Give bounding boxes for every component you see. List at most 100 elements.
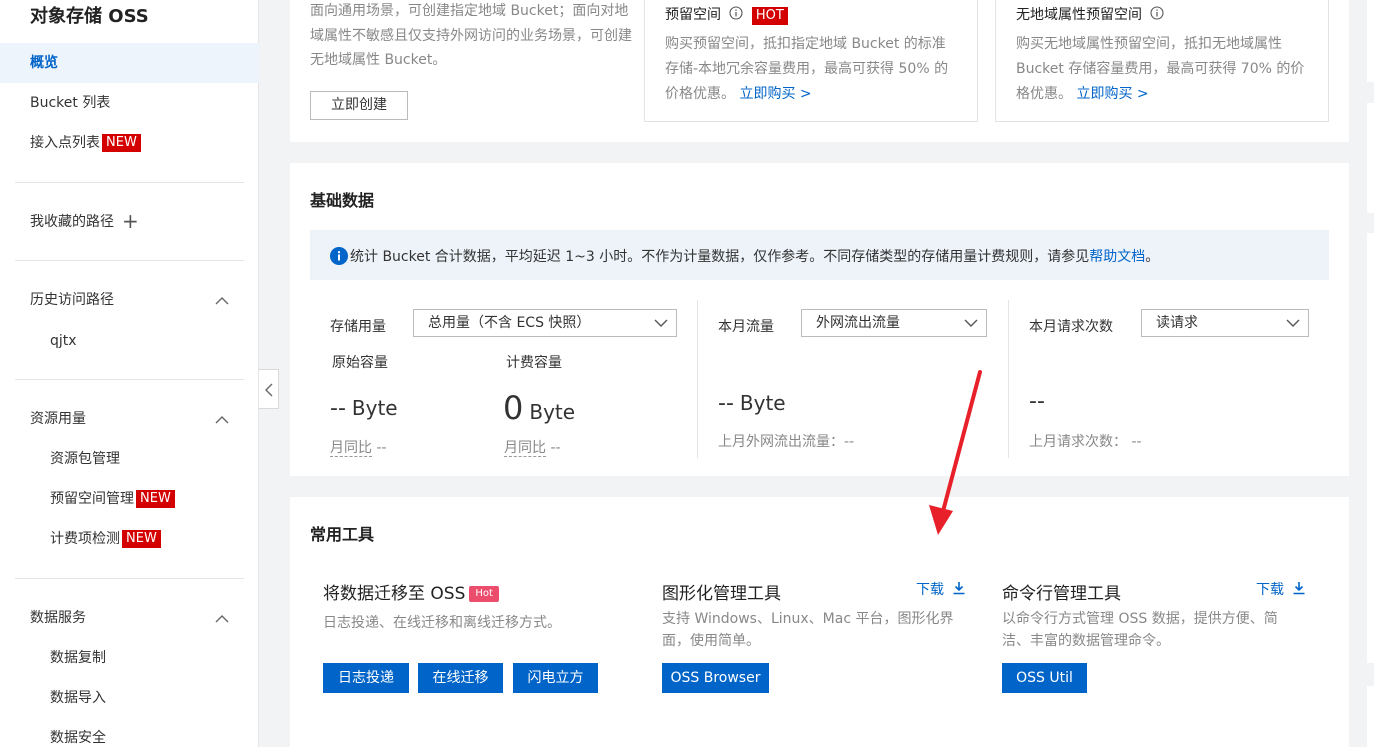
oss-browser-button[interactable]: OSS Browser [662, 663, 769, 693]
no-region-reserved-buy-link[interactable]: 立即购买 > [1076, 86, 1148, 102]
last-month-traffic-value: -- [844, 434, 855, 450]
yoy-label[interactable]: 月同比 [504, 440, 546, 457]
reserved-space-buy-link[interactable]: 立即购买 > [739, 86, 811, 102]
new-badge: NEW [102, 134, 141, 152]
reserved-space-box: 预留空间 HOT 购买预留空间，抵扣指定地域 Bucket 的标准存储-本地冗余… [644, 0, 978, 122]
sidebar-group-history[interactable]: 历史访问路径 [0, 280, 259, 320]
chevron-up-icon [215, 615, 229, 623]
help-doc-link[interactable]: 帮助文档 [1089, 249, 1145, 265]
sidebar-item-label: 数据导入 [50, 690, 106, 706]
migrate-tool-title-text: 将数据迁移至 OSS [323, 584, 466, 604]
sidebar-item-qjtx[interactable]: qjtx [0, 321, 259, 361]
lightning-cube-button[interactable]: 闪电立方 [513, 663, 598, 693]
monthly-traffic-value: -- Byte [718, 391, 786, 416]
sidebar-item-favorite-paths[interactable]: 我收藏的路径 + [0, 201, 259, 241]
sidebar-divider [15, 379, 244, 380]
chevron-down-icon [964, 319, 978, 327]
download-icon [953, 582, 965, 595]
sidebar-group-data-services[interactable]: 数据服务 [0, 598, 259, 638]
cli-tool-download[interactable]: 下载 [1256, 579, 1307, 599]
info-circle-icon[interactable] [729, 6, 744, 20]
last-month-traffic-label: 上月外网流出流量： [718, 434, 844, 450]
sidebar-divider [15, 260, 244, 261]
yoy-label[interactable]: 月同比 [330, 440, 372, 457]
sidebar-item-reserved-space[interactable]: 预留空间管理 NEW [0, 479, 259, 519]
sidebar-title: 对象存储 OSS [30, 6, 149, 27]
hot-badge: Hot [469, 586, 499, 602]
gui-tool-download[interactable]: 下载 [916, 579, 967, 599]
traffic-type-select[interactable]: 外网流出流量 [801, 309, 987, 337]
chevron-down-icon [654, 319, 668, 327]
sidebar-item-label: 历史访问路径 [30, 292, 114, 308]
sidebar-item-overview[interactable]: 概览 [0, 43, 259, 83]
plus-icon[interactable]: + [122, 201, 139, 241]
sidebar-item-data-import[interactable]: 数据导入 [0, 678, 259, 718]
sidebar-item-label: Bucket 列表 [30, 95, 111, 111]
yoy-value: -- [550, 440, 561, 456]
monthly-traffic-number: -- [718, 391, 734, 416]
sidebar: 对象存储 OSS 概览 Bucket 列表 接入点列表 NEW 我收藏的路径 + 历… [0, 0, 259, 747]
request-type-select-value: 读请求 [1156, 315, 1198, 331]
no-region-reserved-title-text: 无地域属性预留空间 [1016, 7, 1142, 23]
monthly-traffic-label: 本月流量 [718, 319, 774, 335]
no-region-reserved-description-text: 购买无地域属性预留空间，抵扣无地域属性 Bucket 存储容量费用，最高可获得 … [1016, 36, 1305, 102]
sidebar-item-label: 我收藏的路径 [30, 214, 114, 230]
monthly-requests-label: 本月请求次数 [1029, 319, 1113, 335]
sidebar-item-resource-pack[interactable]: 资源包管理 [0, 439, 259, 479]
storage-type-select[interactable]: 总用量（不含 ECS 快照） [413, 309, 677, 337]
request-type-select[interactable]: 读请求 [1141, 309, 1309, 337]
raw-capacity-value: -- Byte [330, 396, 398, 421]
no-region-reserved-box: 无地域属性预留空间 购买无地域属性预留空间，抵扣无地域属性 Bucket 存储容… [995, 0, 1329, 122]
last-month-requests-label: 上月请求次数： [1029, 434, 1127, 450]
sidebar-group-resource-usage[interactable]: 资源用量 [0, 399, 259, 439]
storage-type-select-value: 总用量（不含 ECS 快照） [428, 315, 591, 331]
create-now-button[interactable]: 立即创建 [310, 91, 408, 120]
last-month-traffic: 上月外网流出流量：-- [718, 431, 854, 451]
common-tools-title: 常用工具 [310, 525, 375, 544]
side-panel-edge [1367, 0, 1374, 82]
reserved-space-title-text: 预留空间 [665, 7, 721, 23]
info-notice-body: 统计 Bucket 合计数据，平均延迟 1~3 小时。不作为计量数据，仅作参考。… [350, 249, 1090, 265]
common-tools-card: 常用工具 将数据迁移至 OSS Hot 日志投递、在线迁移和离线迁移方式。 日志投… [290, 497, 1349, 747]
create-bucket-card: 面向通用场景，可创建指定地域 Bucket；面向对地域属性不敏感且仅支持外网访问… [290, 0, 1349, 142]
info-notice-text: 统计 Bucket 合计数据，平均延迟 1~3 小时。不作为计量数据，仅作参考。… [350, 246, 1159, 266]
sidebar-divider [15, 182, 244, 183]
log-delivery-button[interactable]: 日志投递 [323, 663, 409, 693]
gui-tool-download-label: 下载 [916, 582, 944, 598]
chevron-down-icon [1286, 319, 1300, 327]
sidebar-collapse-toggle[interactable] [259, 369, 279, 409]
billing-capacity-yoy: 月同比 -- [504, 437, 561, 457]
sidebar-item-data-security[interactable]: 数据安全 [0, 718, 259, 747]
chevron-up-icon [215, 297, 229, 305]
basic-data-title: 基础数据 [310, 191, 375, 210]
info-circle-icon[interactable] [1150, 6, 1165, 20]
sidebar-item-label: 资源包管理 [50, 451, 120, 467]
side-panel-edge [1367, 233, 1374, 663]
reserved-space-description: 购买预留空间，抵扣指定地域 Bucket 的标准存储-本地冗余容量费用，最高可获… [665, 32, 955, 107]
migrate-tool-title: 将数据迁移至 OSS Hot [323, 579, 499, 604]
chevron-left-icon [265, 383, 273, 397]
download-icon [1293, 582, 1305, 595]
sidebar-item-data-replication[interactable]: 数据复制 [0, 638, 259, 678]
billing-capacity-label: 计费容量 [506, 355, 562, 371]
last-month-requests: 上月请求次数： -- [1029, 431, 1142, 451]
annotation-arrow-icon [929, 370, 982, 535]
online-migration-button[interactable]: 在线迁移 [418, 663, 503, 693]
monthly-requests-value: -- [1029, 389, 1045, 414]
column-divider [697, 300, 698, 458]
raw-capacity-label: 原始容量 [332, 355, 388, 371]
raw-capacity-unit: Byte [351, 396, 398, 420]
monthly-traffic-unit: Byte [739, 391, 786, 415]
sidebar-item-access-points[interactable]: 接入点列表 NEW [0, 123, 259, 163]
oss-util-button[interactable]: OSS Util [1002, 663, 1087, 693]
sidebar-item-billing-check[interactable]: 计费项检测 NEW [0, 519, 259, 559]
yoy-value: -- [376, 440, 387, 456]
no-region-reserved-title: 无地域属性预留空间 [1016, 4, 1165, 24]
info-notice-end: 。 [1145, 249, 1160, 265]
sidebar-divider [15, 578, 244, 579]
sidebar-item-label: 数据安全 [50, 730, 106, 746]
migrate-tool-description: 日志投递、在线迁移和离线迁移方式。 [323, 615, 561, 631]
sidebar-item-bucket-list[interactable]: Bucket 列表 [0, 83, 259, 123]
sidebar-item-label: qjtx [50, 333, 77, 349]
info-notice: 统计 Bucket 合计数据，平均延迟 1~3 小时。不作为计量数据，仅作参考。… [310, 230, 1329, 280]
